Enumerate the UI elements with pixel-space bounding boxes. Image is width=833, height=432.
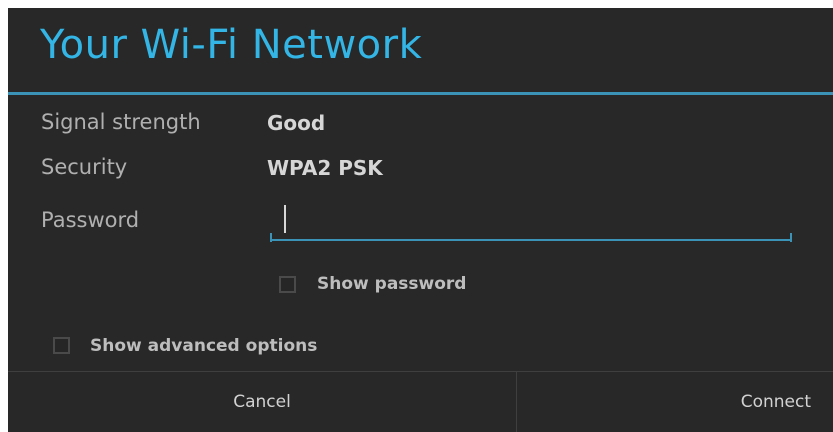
password-field-edge-right (790, 233, 792, 242)
signal-strength-value: Good (267, 111, 326, 135)
cancel-button[interactable]: Cancel (8, 372, 516, 432)
dialog-title: Your Wi-Fi Network (40, 22, 423, 68)
password-input[interactable] (270, 201, 792, 241)
show-password-checkbox[interactable] (279, 276, 296, 293)
show-password-label[interactable]: Show password (317, 274, 466, 294)
text-cursor (284, 205, 286, 233)
security-label: Security (41, 155, 128, 179)
show-advanced-options-label[interactable]: Show advanced options (90, 336, 317, 356)
dialog-header: Your Wi-Fi Network (8, 8, 833, 92)
show-advanced-options-checkbox[interactable] (53, 337, 70, 354)
signal-strength-label: Signal strength (41, 110, 201, 134)
title-divider (8, 92, 833, 95)
connect-button[interactable]: Connect (518, 372, 833, 432)
security-value: WPA2 PSK (267, 156, 383, 180)
button-separator (516, 372, 517, 432)
wifi-dialog: Your Wi-Fi Network Signal strength Good … (8, 8, 833, 432)
password-field-edge-left (270, 233, 272, 242)
password-label: Password (41, 208, 140, 232)
